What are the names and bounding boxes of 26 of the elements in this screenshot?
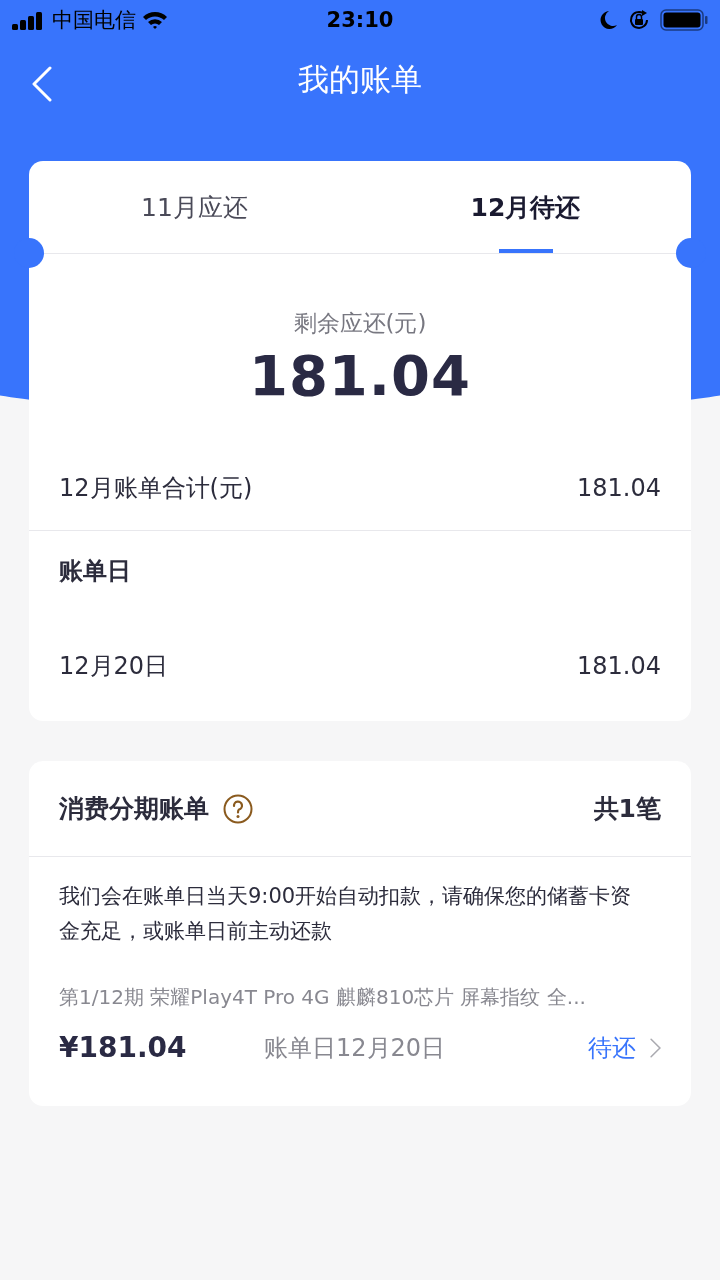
notice-text: 我们会在账单日当天9:00开始自动扣款，请确保您的储蓄卡资金充足，或账单日前主动还款	[58, 883, 633, 945]
section-title: 消费分期账单	[59, 793, 209, 825]
section-heading: 账单日	[59, 556, 131, 587]
wifi-icon	[142, 10, 168, 30]
tab-underline	[498, 249, 553, 253]
item-title: 第1/12期 荣耀Play4T Pro 4G 麒麟810芯片 屏幕指纹 全...	[58, 984, 587, 1011]
item-amount: ¥181.04	[59, 1031, 188, 1064]
page-title: 我的账单	[298, 60, 422, 99]
carrier-name: 中国电信	[52, 7, 136, 34]
month-tab[interactable]: 11月应还	[29, 161, 360, 253]
help-icon[interactable]	[223, 793, 253, 824]
status-time: 23:10	[326, 8, 394, 32]
status-link[interactable]: 待还	[588, 1031, 661, 1064]
rotation-lock-icon	[628, 9, 650, 31]
bill-count: 共1笔	[593, 793, 661, 825]
row-label: 12月账单合计(元)	[59, 473, 253, 504]
row-label: 12月20日	[59, 651, 169, 682]
remaining-label: 剩余应还(元)	[293, 309, 427, 338]
chevron-right-icon	[650, 1037, 661, 1058]
month-tab[interactable]: 12月待还	[360, 161, 691, 253]
remaining-amount: 181.04	[248, 343, 472, 408]
moon-icon	[600, 10, 618, 30]
row-value: 181.04	[577, 652, 661, 680]
battery-icon	[660, 9, 708, 31]
due-date: 账单日12月20日	[264, 1032, 447, 1064]
row-value: 181.04	[577, 474, 661, 502]
